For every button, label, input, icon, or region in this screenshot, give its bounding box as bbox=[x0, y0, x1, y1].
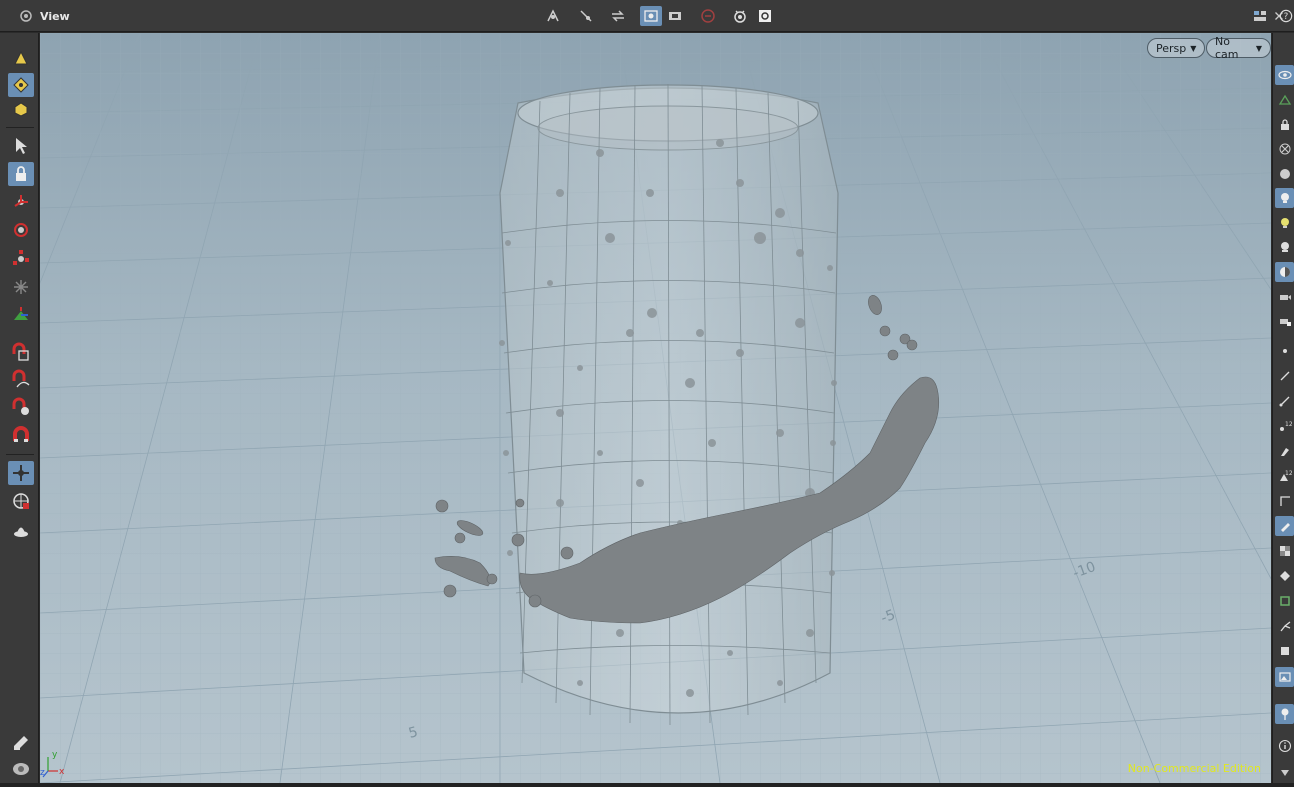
light-icon[interactable] bbox=[8, 518, 34, 542]
bulb-icon[interactable] bbox=[1275, 188, 1294, 208]
image-icon[interactable] bbox=[1275, 667, 1294, 687]
select-prim-icon[interactable] bbox=[8, 97, 34, 121]
cam-icon[interactable] bbox=[1275, 287, 1294, 307]
pin-icon[interactable] bbox=[1275, 704, 1294, 724]
checker-icon[interactable] bbox=[1275, 541, 1294, 561]
snap-grid-icon[interactable] bbox=[575, 6, 597, 26]
houdini-scene-view: View ? 5 -5 -10 x y z Persp ▼ No cam ▼ N… bbox=[0, 0, 1294, 787]
ghost-icon[interactable] bbox=[1275, 90, 1294, 110]
scene-viewport[interactable]: 5 -5 -10 x y z Persp ▼ No cam ▼ Non-Comm… bbox=[40, 33, 1271, 783]
settings-gear-icon[interactable] bbox=[754, 6, 776, 26]
branch-icon[interactable] bbox=[1275, 616, 1294, 636]
axis-x-label: x bbox=[59, 767, 65, 777]
magnet-sphere-icon[interactable] bbox=[8, 395, 34, 419]
cam-menu[interactable]: No cam ▼ bbox=[1206, 35, 1271, 61]
padlock-icon[interactable] bbox=[1275, 115, 1294, 135]
frame-icon[interactable] bbox=[1275, 591, 1294, 611]
number-icon[interactable]: 12 bbox=[1275, 416, 1294, 436]
chevron-down-icon: ▼ bbox=[1190, 43, 1197, 53]
svg-text:12: 12 bbox=[1285, 470, 1292, 477]
camera-menu-label: Persp bbox=[1156, 41, 1187, 55]
number-12-icon[interactable]: 12 bbox=[1275, 466, 1294, 486]
corner-icon[interactable] bbox=[1275, 491, 1294, 511]
scene-canvas[interactable]: 5 -5 -10 x y z bbox=[40, 33, 1271, 783]
chevron-down-icon: ▼ bbox=[1255, 43, 1262, 53]
status-bar bbox=[0, 783, 1294, 787]
select-point-icon[interactable] bbox=[8, 73, 34, 97]
skull-icon[interactable] bbox=[1275, 237, 1294, 257]
rotate-icon[interactable] bbox=[8, 218, 34, 242]
snap-transform-icon[interactable] bbox=[607, 6, 629, 26]
paint-icon[interactable] bbox=[8, 730, 34, 754]
select-object-icon[interactable] bbox=[8, 47, 34, 71]
snap-pivot-icon[interactable] bbox=[542, 6, 564, 26]
arrow-down-icon[interactable] bbox=[1275, 762, 1294, 782]
magnet-box-icon[interactable] bbox=[8, 340, 34, 364]
cam-lock-icon[interactable] bbox=[1275, 311, 1294, 331]
stop-sign-icon[interactable] bbox=[697, 6, 719, 26]
render-eye-icon[interactable] bbox=[729, 6, 751, 26]
scale-icon[interactable] bbox=[8, 247, 34, 271]
orbit-icon[interactable] bbox=[8, 489, 34, 513]
pencil-icon[interactable] bbox=[1275, 516, 1294, 536]
svg-text:?: ? bbox=[1284, 12, 1289, 22]
svg-text:12: 12 bbox=[1285, 421, 1292, 428]
pane-title: View bbox=[40, 9, 70, 23]
left-toolbar bbox=[0, 33, 39, 787]
close-x-icon[interactable] bbox=[1275, 139, 1294, 159]
help-icon[interactable]: ? bbox=[1279, 6, 1293, 26]
handle-icon[interactable] bbox=[8, 303, 34, 327]
bulb-green-icon[interactable] bbox=[1275, 213, 1294, 233]
pane-header: View ? bbox=[0, 0, 1294, 32]
view-pane-icon bbox=[18, 8, 34, 24]
pane-tab[interactable]: View bbox=[18, 6, 70, 26]
magnet-icon[interactable] bbox=[8, 423, 34, 447]
edition-watermark: Non-Commercial Edition bbox=[1127, 762, 1261, 775]
axis-z-label: z bbox=[40, 768, 45, 778]
right-toolbar: 12 12 bbox=[1272, 33, 1294, 787]
diamond-icon[interactable] bbox=[1275, 566, 1294, 586]
view-tool-icon[interactable] bbox=[8, 461, 34, 485]
camera-view-icon[interactable] bbox=[664, 6, 686, 26]
camera-icon[interactable] bbox=[8, 756, 34, 780]
dot-icon[interactable] bbox=[1275, 341, 1294, 361]
transform-icon[interactable] bbox=[8, 190, 34, 214]
square-icon[interactable] bbox=[1275, 641, 1294, 661]
pivot-icon[interactable] bbox=[8, 275, 34, 299]
can-geometry[interactable] bbox=[499, 83, 839, 726]
info-icon[interactable] bbox=[1275, 736, 1294, 756]
layout-icon[interactable] bbox=[1251, 6, 1269, 26]
lock-icon[interactable] bbox=[8, 162, 34, 186]
brush-icon[interactable] bbox=[1275, 441, 1294, 461]
shading-icon[interactable] bbox=[1275, 262, 1294, 282]
line-icon[interactable] bbox=[1275, 366, 1294, 386]
select-arrow-icon[interactable] bbox=[8, 134, 34, 158]
magnet-curve-icon[interactable] bbox=[8, 367, 34, 391]
snapshot-render-icon[interactable] bbox=[640, 6, 662, 26]
sphere-icon[interactable] bbox=[1275, 164, 1294, 184]
cam-menu-label: No cam bbox=[1215, 35, 1239, 61]
eye-icon[interactable] bbox=[1275, 65, 1294, 85]
axis-y-label: y bbox=[52, 750, 58, 760]
camera-menu[interactable]: Persp ▼ bbox=[1147, 38, 1206, 58]
pen-icon[interactable] bbox=[1275, 391, 1294, 411]
